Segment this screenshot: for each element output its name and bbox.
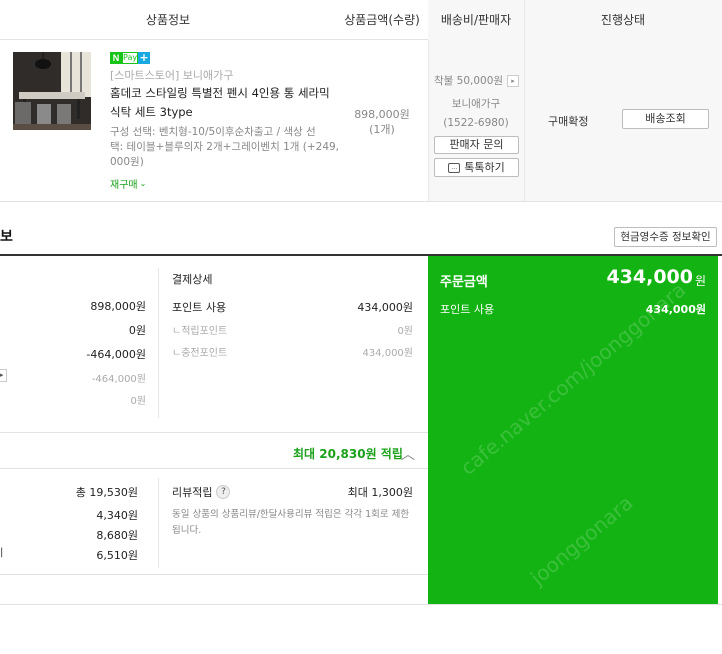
- talk-button[interactable]: … 톡톡하기: [434, 158, 519, 177]
- product-name-line2[interactable]: 식탁 세트 3type: [110, 104, 193, 120]
- product-name-line1[interactable]: 홈데코 스타일링 특별전 펜시 4인용 통 세라믹: [110, 85, 330, 101]
- amount-shipping: 0원: [128, 324, 146, 337]
- order-point-value: 434,000원: [645, 303, 706, 316]
- review-note-line1: 동일 상품의 상품리뷰/한달사용리뷰 적립은 각각 1회로 제한: [172, 509, 410, 520]
- review-reward-text: 리뷰적립: [172, 486, 213, 499]
- amount-other-sub: 0원: [130, 396, 146, 407]
- order-total-unit: 원: [695, 274, 707, 288]
- shipping-fee: 착불 50,000원 ▸: [434, 73, 520, 88]
- point-use-label: 포인트 사용: [172, 301, 227, 314]
- seller-name[interactable]: 보니애가구: [428, 96, 524, 111]
- chevron-up-icon[interactable]: ︿: [401, 444, 415, 464]
- order-point-label: 포인트 사용: [440, 303, 495, 316]
- naver-n-icon: N: [110, 52, 122, 64]
- section-title: 보: [0, 229, 13, 245]
- product-thumbnail[interactable]: [13, 52, 91, 130]
- payment-detail-title: 결제상세: [172, 273, 213, 286]
- seller-phone: (1522-6980): [443, 117, 509, 129]
- header-status: 진행상태: [524, 0, 722, 40]
- product-qty: (1개): [369, 123, 395, 136]
- earned-point-label: ㄴ적립포인트: [172, 326, 228, 337]
- product-price: 898,000원: [354, 108, 410, 121]
- option-line2: 택: 테이블+블루의자 2개+그레이벤치 1개 (+249,: [110, 141, 340, 153]
- point-use-value: 434,000원: [357, 301, 413, 314]
- discount-toggle-icon[interactable]: ▸: [0, 369, 7, 382]
- chat-bubble-icon: …: [448, 162, 461, 173]
- amount-discount-sub: -464,000원: [91, 374, 146, 385]
- review-reward-label: 리뷰적립 ?: [172, 484, 231, 500]
- reward-item-2: 8,680원: [96, 529, 138, 542]
- review-reward-max: 최대 1,300원: [347, 486, 413, 499]
- earned-point-value: 0원: [397, 326, 413, 337]
- chevron-down-icon: ⌄: [139, 179, 147, 188]
- review-note-line2: 됩니다.: [172, 525, 202, 536]
- plus-icon: +: [138, 51, 150, 64]
- seller-contact-button[interactable]: 판매자 문의: [434, 136, 519, 154]
- product-thumbnail-image: [13, 52, 91, 130]
- amount-discount: -464,000원: [86, 348, 146, 361]
- reward-item-1: 4,340원: [96, 509, 138, 522]
- order-status: 구매확정: [548, 115, 589, 128]
- reward-item-3-label-fragment: |: [0, 547, 4, 558]
- cash-receipt-button[interactable]: 현금영수증 정보확인: [614, 227, 717, 247]
- option-line3: 000원): [110, 156, 144, 168]
- header-shipping-seller: 배송비/판매자: [428, 0, 524, 40]
- reorder-label: 재구매: [110, 180, 138, 191]
- reward-item-3: 6,510원: [96, 549, 138, 562]
- npay-badge: N Pay +: [110, 52, 150, 64]
- charged-point-label: ㄴ충전포인트: [172, 348, 228, 359]
- shipping-fee-text: 착불 50,000원: [434, 75, 504, 87]
- talk-button-label: 톡톡하기: [464, 161, 505, 174]
- header-amount-qty: 상품금액(수량): [344, 13, 420, 27]
- option-line1: 구성 선택: 벤치형-10/5이후순차출고 / 색상 선: [110, 126, 316, 138]
- store-name[interactable]: [스마트스토어] 보니애가구: [110, 67, 233, 83]
- reward-total: 총 19,530원: [75, 486, 138, 499]
- help-icon[interactable]: ?: [216, 485, 231, 499]
- shipping-info-icon[interactable]: ▸: [507, 74, 520, 87]
- order-total-label: 주문금액: [440, 275, 488, 290]
- header-product-info: 상품정보: [145, 13, 191, 27]
- charged-point-value: 434,000원: [362, 348, 413, 359]
- max-reward-text[interactable]: 최대 20,830원 적립: [293, 445, 403, 462]
- svg-text:joonggonara: joonggonara: [525, 491, 638, 591]
- npay-label: Pay: [122, 52, 138, 64]
- amount-product-total: 898,000원: [90, 300, 146, 313]
- reorder-link[interactable]: 재구매 ⌄: [110, 176, 146, 191]
- order-total-value: 434,000: [606, 266, 693, 288]
- delivery-tracking-button[interactable]: 배송조회: [622, 109, 709, 129]
- order-table-header: 상품정보 상품금액(수량) 배송비/판매자 진행상태: [0, 0, 722, 40]
